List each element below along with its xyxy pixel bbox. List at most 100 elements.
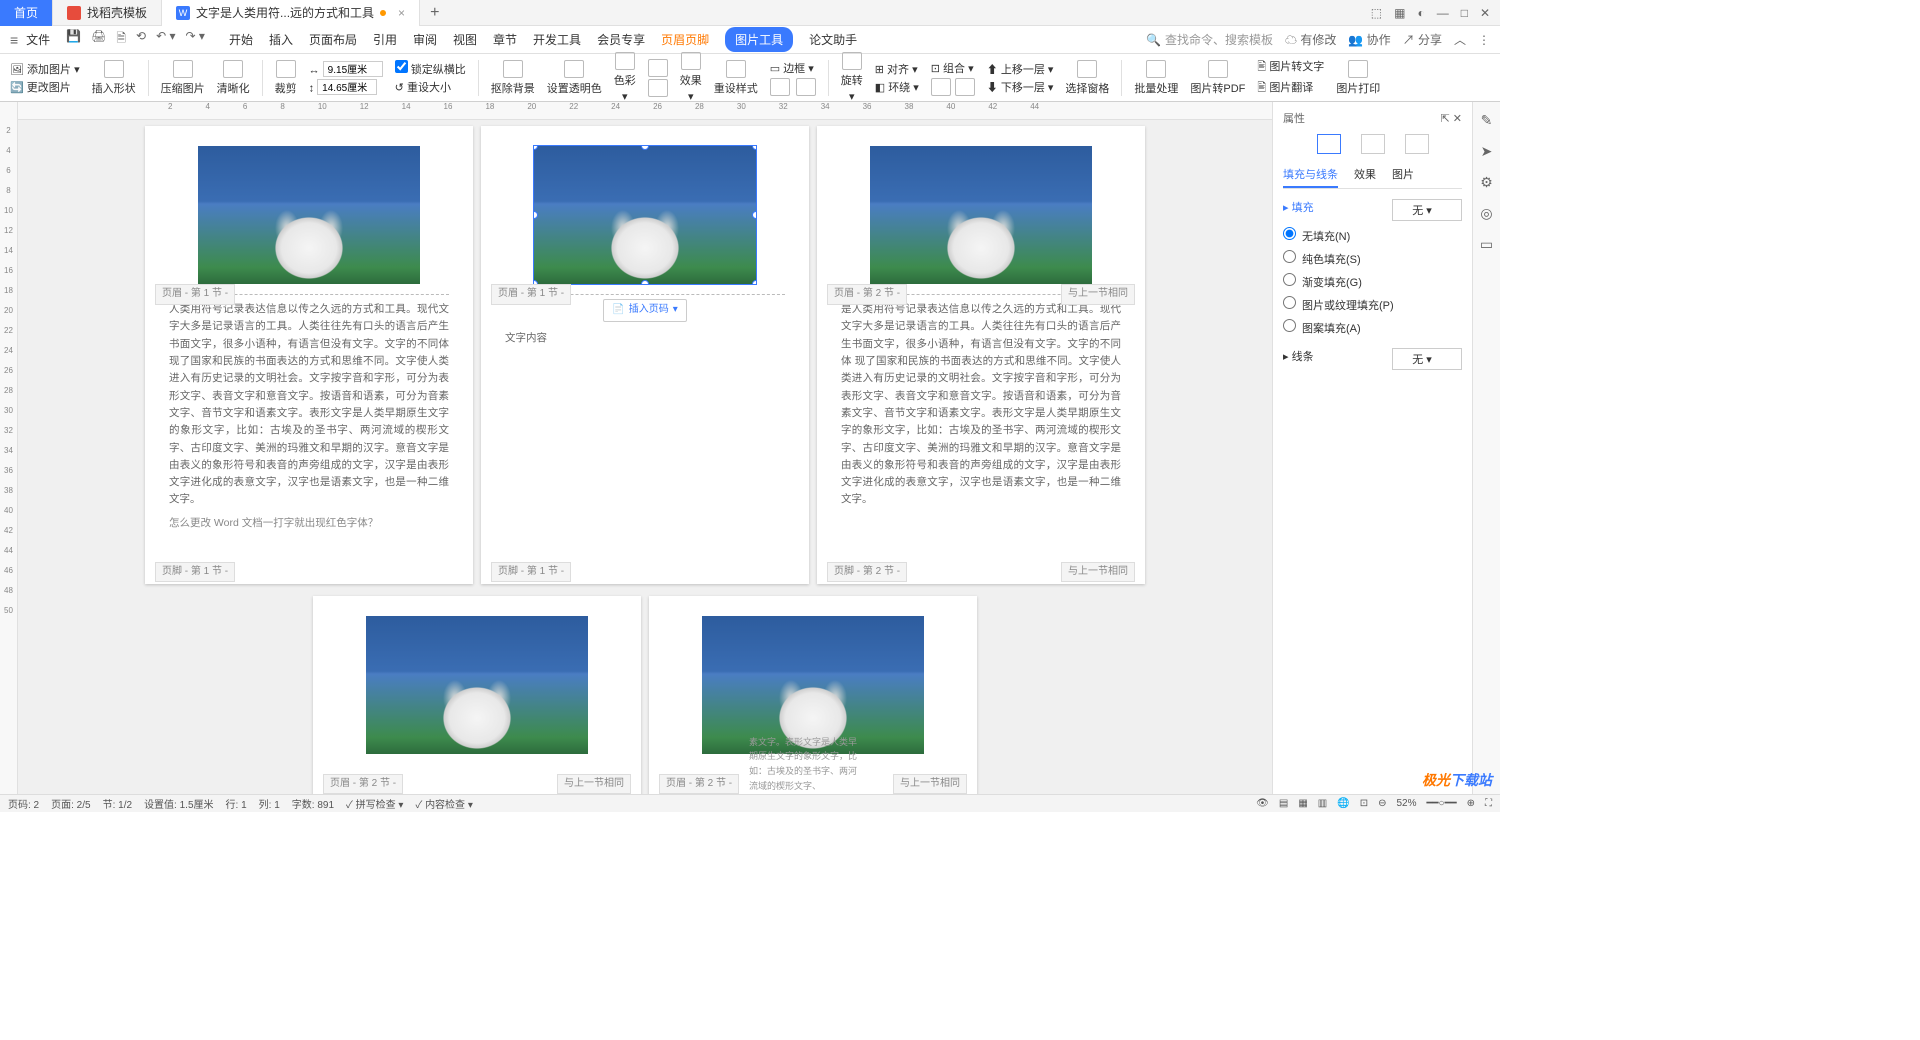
group-button[interactable]: ⊡ 组合 ▾ — [931, 60, 975, 76]
content-check-button[interactable]: ✓ 内容检查 ▾ — [415, 796, 472, 811]
prop-tab-effect[interactable]: 效果 — [1354, 162, 1376, 188]
line-section-header[interactable]: ▸ 线条 — [1283, 348, 1314, 364]
tab-review[interactable]: 审阅 — [413, 27, 437, 52]
tab-chapter[interactable]: 章节 — [493, 27, 517, 52]
view-web-icon[interactable]: ▦ — [1298, 798, 1307, 809]
reset-style-button[interactable]: 重设样式 — [714, 60, 758, 96]
changes-indicator[interactable]: ☁ 有修改 — [1285, 31, 1336, 48]
effect-shape-icon[interactable] — [1361, 134, 1385, 154]
fill-section-header[interactable]: ▸ 填充 — [1283, 199, 1314, 215]
bring-forward-button[interactable]: ⬆ 上移一层 ▾ — [987, 61, 1054, 77]
spell-check-button[interactable]: ✓ 拼写检查 ▾ — [346, 796, 403, 811]
crop-button[interactable]: 裁剪 — [275, 60, 297, 96]
transparency-button[interactable]: 设置透明色 — [547, 60, 602, 96]
window-minimize[interactable]: — — [1437, 6, 1449, 20]
compress-button[interactable]: 压缩图片 — [161, 60, 205, 96]
panel-close-icon[interactable]: ✕ — [1453, 113, 1462, 125]
arrow-icon[interactable]: ➤ — [1481, 143, 1493, 160]
chevron-up-icon[interactable]: ︿ — [1454, 31, 1466, 48]
style2-icon[interactable] — [796, 78, 816, 96]
tab-templates[interactable]: 找稻壳模板 — [53, 0, 162, 26]
flip-v-icon[interactable] — [955, 78, 975, 96]
tab-picture-tools[interactable]: 图片工具 — [725, 27, 793, 52]
insert-shape-button[interactable]: 插入形状 — [92, 60, 136, 96]
tab-layout[interactable]: 页面布局 — [309, 27, 357, 52]
fill-shape-icon[interactable] — [1317, 134, 1341, 154]
fill-solid-radio[interactable]: 纯色填充(S) — [1283, 250, 1462, 267]
print-icon[interactable]: 🖨 — [91, 29, 106, 50]
eye-icon[interactable]: 👁 — [1256, 798, 1269, 809]
change-picture-button[interactable]: 🔄 更改图片 — [10, 79, 80, 95]
tab-add-button[interactable]: + — [420, 4, 449, 22]
command-search[interactable]: 🔍 查找命令、搜索模板 — [1146, 31, 1273, 48]
zoom-out-button[interactable]: ⊖ — [1378, 798, 1386, 809]
sharpen-button[interactable]: 清晰化 — [217, 60, 250, 96]
remove-bg-button[interactable]: 抠除背景 — [491, 60, 535, 96]
undo-icon[interactable]: ↶ ▾ — [156, 29, 175, 50]
tab-start[interactable]: 开始 — [229, 27, 253, 52]
window-close[interactable]: ✕ — [1480, 6, 1490, 20]
preview-icon[interactable]: 🗎 — [116, 29, 126, 50]
height-input[interactable] — [317, 79, 377, 95]
fill-picture-radio[interactable]: 图片或纹理填充(P) — [1283, 296, 1462, 313]
prop-tab-fill[interactable]: 填充与线条 — [1283, 162, 1338, 188]
share-button[interactable]: ↗ 分享 — [1403, 31, 1442, 48]
width-input[interactable] — [323, 61, 383, 77]
brightness-icon[interactable] — [648, 59, 668, 77]
more-icon[interactable]: ⋮ — [1478, 33, 1490, 47]
pin-icon[interactable]: ⇱ — [1441, 113, 1450, 125]
to-pdf-button[interactable]: 图片转PDF — [1190, 60, 1245, 96]
fill-pattern-radio[interactable]: 图案填充(A) — [1283, 319, 1462, 336]
fullscreen-icon[interactable]: ⛶ — [1485, 798, 1492, 809]
add-picture-button[interactable]: 🖼 添加图片 ▾ — [10, 61, 80, 77]
hamburger-icon[interactable]: ≡ — [10, 32, 18, 48]
picture-shape-icon[interactable] — [1405, 134, 1429, 154]
globe-icon[interactable]: 🌐 — [1337, 798, 1349, 809]
layout-icon[interactable]: ⬚ — [1371, 6, 1382, 20]
tab-close-button[interactable]: × — [398, 6, 405, 20]
wrap-button[interactable]: ◧ 环绕 ▾ — [875, 79, 919, 95]
header-image-selected[interactable] — [534, 146, 756, 284]
status-page[interactable]: 页面: 2/5 — [51, 796, 90, 811]
collab-button[interactable]: 👥 协作 — [1348, 31, 1390, 48]
translate-button[interactable]: 🖹 图片翻译 — [1257, 79, 1324, 98]
rotate-button[interactable]: 旋转▾ — [841, 52, 863, 103]
file-menu[interactable]: 文件 — [26, 31, 50, 48]
color-button[interactable]: 色彩▾ — [614, 52, 636, 103]
user-avatar-icon[interactable]: ◐ — [1417, 6, 1424, 20]
line-select[interactable]: 无 ▾ — [1392, 348, 1462, 370]
view-outline-icon[interactable]: ▥ — [1318, 798, 1327, 809]
tab-insert[interactable]: 插入 — [269, 27, 293, 52]
tab-view[interactable]: 视图 — [453, 27, 477, 52]
tab-header-footer[interactable]: 页眉页脚 — [661, 27, 709, 52]
tab-dev[interactable]: 开发工具 — [533, 27, 581, 52]
zoom-slider[interactable]: ━━○━━ — [1426, 798, 1456, 809]
fill-select[interactable]: 无 ▾ — [1392, 199, 1462, 221]
tab-member[interactable]: 会员专享 — [597, 27, 645, 52]
pencil-icon[interactable]: ✎ — [1481, 112, 1493, 129]
selection-pane-button[interactable]: 选择窗格 — [1065, 60, 1109, 96]
flip-h-icon[interactable] — [931, 78, 951, 96]
tab-references[interactable]: 引用 — [373, 27, 397, 52]
fill-none-radio[interactable]: 无填充(N) — [1283, 227, 1462, 244]
to-text-button[interactable]: 🖹 图片转文字 — [1257, 58, 1324, 77]
contrast-icon[interactable] — [648, 79, 668, 97]
reset-size-button[interactable]: ↺ 重设大小 — [395, 79, 466, 95]
status-page-no[interactable]: 页码: 2 — [8, 796, 39, 811]
align-button[interactable]: ⊞ 对齐 ▾ — [875, 61, 919, 77]
zoom-level[interactable]: 52% — [1396, 798, 1416, 809]
refresh-icon[interactable]: ⟲ — [136, 29, 146, 50]
fill-gradient-radio[interactable]: 渐变填充(G) — [1283, 273, 1462, 290]
batch-button[interactable]: 批量处理 — [1134, 60, 1178, 96]
view-print-icon[interactable]: ▤ — [1279, 798, 1288, 809]
lock-ratio-check[interactable]: 锁定纵横比 — [395, 60, 466, 77]
zoom-in-button[interactable]: ⊕ — [1467, 798, 1475, 809]
focus-icon[interactable]: ⊡ — [1360, 798, 1368, 809]
print-pic-button[interactable]: 图片打印 — [1336, 60, 1380, 96]
style1-icon[interactable] — [770, 78, 790, 96]
tab-document[interactable]: W 文字是人类用符...远的方式和工具 × — [162, 0, 420, 26]
redo-icon[interactable]: ↷ ▾ — [186, 29, 205, 50]
save-icon[interactable]: 💾 — [66, 29, 81, 50]
tab-home[interactable]: 首页 — [0, 0, 53, 26]
document-canvas[interactable]: 2468101214161820222426283032343638404244… — [18, 102, 1272, 794]
